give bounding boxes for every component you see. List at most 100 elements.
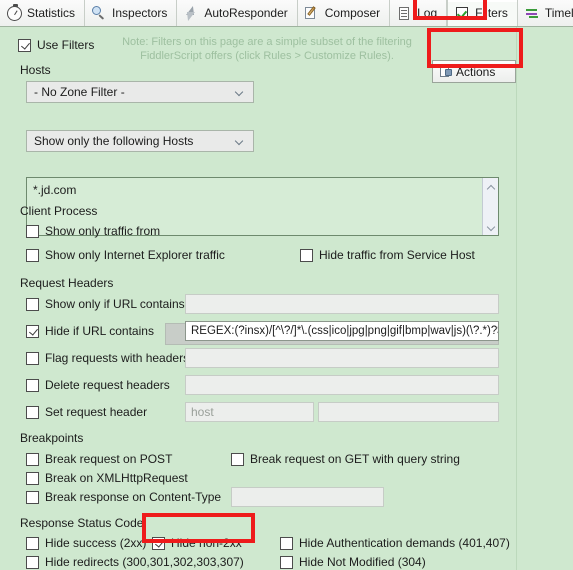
tab-filters[interactable]: Filters: [447, 0, 518, 26]
compose-icon: [304, 6, 320, 21]
chevron-down-icon: [236, 138, 245, 144]
delete-request-headers-row[interactable]: Delete request headers: [26, 378, 170, 392]
hide-if-url-contains-value: REGEX:(?insx)/[^\?/]*\.(css|ico|jpg|png|…: [191, 325, 499, 337]
tab-log[interactable]: Log: [390, 0, 448, 26]
hide-not-modified-row[interactable]: Hide Not Modified (304): [280, 555, 426, 569]
delete-request-headers-checkbox[interactable]: [26, 378, 39, 392]
show-only-if-url-contains-input[interactable]: [185, 294, 499, 314]
break-request-on-post-label: Break request on POST: [45, 452, 173, 466]
host-list-scrollbar[interactable]: [482, 178, 498, 235]
set-request-header-checkbox[interactable]: [26, 405, 39, 419]
break-response-content-type-input[interactable]: [231, 487, 384, 507]
show-only-traffic-from-row[interactable]: Show only traffic from: [26, 224, 160, 238]
break-response-on-content-type-label: Break response on Content-Type: [45, 490, 222, 504]
log-icon: [397, 6, 412, 21]
tab-statistics[interactable]: Statistics: [0, 0, 86, 26]
hide-if-url-contains-row[interactable]: Hide if URL contains: [26, 324, 154, 338]
break-on-xhr-label: Break on XMLHttpRequest: [45, 471, 188, 485]
flag-requests-with-headers-label: Flag requests with headers: [45, 351, 190, 365]
tab-label: Composer: [324, 6, 381, 20]
scroll-up-icon[interactable]: [487, 184, 494, 189]
break-response-on-content-type-row[interactable]: Break response on Content-Type: [26, 490, 221, 504]
hide-non-2xx-checkbox[interactable]: [152, 536, 165, 550]
break-request-on-get-checkbox[interactable]: [231, 452, 244, 466]
show-only-ie-traffic-row[interactable]: Show only Internet Explorer traffic: [26, 248, 225, 262]
set-request-header-value-input[interactable]: [318, 402, 499, 422]
break-request-on-get-label: Break request on GET with query string: [250, 452, 460, 466]
show-only-ie-traffic-label: Show only Internet Explorer traffic: [45, 248, 225, 262]
hide-service-host-label: Hide traffic from Service Host: [319, 248, 475, 262]
host-filter-value: Show only the following Hosts: [34, 134, 194, 148]
set-request-header-label: Set request header: [45, 405, 148, 419]
show-only-traffic-from-label: Show only traffic from: [45, 224, 161, 238]
set-request-header-name-input[interactable]: host: [185, 402, 314, 422]
hide-auth-demands-checkbox[interactable]: [280, 536, 293, 550]
flag-requests-with-headers-row[interactable]: Flag requests with headers: [26, 351, 189, 365]
filters-content: Use Filters Note: Filters on this page a…: [0, 27, 517, 570]
actions-button-label: Actions: [456, 64, 496, 79]
flag-requests-with-headers-checkbox[interactable]: [26, 351, 39, 365]
break-request-on-post-row[interactable]: Break request on POST: [26, 452, 172, 466]
tab-autoresponder[interactable]: AutoResponder: [177, 0, 298, 26]
hide-auth-demands-row[interactable]: Hide Authentication demands (401,407): [280, 536, 510, 550]
hide-success-row[interactable]: Hide success (2xx): [26, 536, 146, 550]
show-only-if-url-contains-checkbox[interactable]: [26, 297, 39, 311]
set-request-header-row[interactable]: Set request header: [26, 405, 147, 419]
lightning-icon: [184, 6, 199, 21]
host-filter-dropdown[interactable]: Show only the following Hosts: [26, 130, 254, 152]
hide-if-url-contains-label: Hide if URL contains: [45, 324, 154, 338]
filters-panel: Use Filters Note: Filters on this page a…: [0, 27, 573, 570]
hide-success-label: Hide success (2xx): [45, 536, 147, 550]
host-list-value: *.jd.com: [33, 183, 77, 197]
hide-not-modified-label: Hide Not Modified (304): [299, 555, 426, 569]
break-response-on-content-type-checkbox[interactable]: [26, 490, 39, 504]
tab-strip: Statistics Inspectors AutoResponder Comp…: [0, 0, 573, 27]
hide-service-host-row[interactable]: Hide traffic from Service Host: [300, 248, 475, 262]
hide-redirects-label: Hide redirects (300,301,302,303,307): [45, 555, 244, 569]
zone-filter-dropdown[interactable]: - No Zone Filter -: [26, 81, 254, 103]
chevron-down-icon: [236, 89, 245, 95]
break-request-on-post-checkbox[interactable]: [26, 452, 39, 466]
actions-button[interactable]: Actions: [432, 60, 516, 83]
break-on-xhr-row[interactable]: Break on XMLHttpRequest: [26, 471, 188, 485]
hide-service-host-checkbox[interactable]: [300, 248, 313, 262]
hide-if-url-contains-checkbox[interactable]: [26, 324, 39, 338]
use-filters-checkbox[interactable]: [18, 38, 31, 52]
tab-label: Timeline: [544, 6, 573, 20]
hide-redirects-row[interactable]: Hide redirects (300,301,302,303,307): [26, 555, 244, 569]
hide-not-modified-checkbox[interactable]: [280, 555, 293, 569]
show-only-ie-traffic-checkbox[interactable]: [26, 248, 39, 262]
tab-label: Log: [417, 6, 438, 20]
show-only-traffic-from-checkbox[interactable]: [26, 224, 39, 238]
tab-label: Statistics: [27, 6, 76, 20]
stopwatch-icon: [7, 4, 22, 21]
tab-inspectors[interactable]: Inspectors: [85, 0, 178, 26]
tab-composer[interactable]: Composer: [298, 0, 391, 26]
tab-label: Inspectors: [112, 6, 168, 20]
hide-redirects-checkbox[interactable]: [26, 555, 39, 569]
hide-auth-demands-label: Hide Authentication demands (401,407): [299, 536, 510, 550]
client-process-group-label: Client Process: [20, 204, 98, 218]
hosts-group-label: Hosts: [20, 63, 51, 77]
hide-if-url-contains-input[interactable]: REGEX:(?insx)/[^\?/]*\.(css|ico|jpg|png|…: [185, 321, 499, 341]
use-filters-row[interactable]: Use Filters: [18, 38, 94, 52]
flag-requests-with-headers-input[interactable]: [185, 348, 499, 368]
breakpoints-group-label: Breakpoints: [20, 431, 84, 445]
hide-non-2xx-row[interactable]: Hide non-2xx: [152, 536, 242, 550]
show-only-if-url-contains-row[interactable]: Show only if URL contains: [26, 297, 185, 311]
use-filters-label: Use Filters: [37, 38, 95, 52]
set-request-header-name-placeholder: host: [191, 405, 214, 419]
break-on-xhr-checkbox[interactable]: [26, 471, 39, 485]
timeline-icon: [525, 6, 540, 21]
filters-note: Note: Filters on this page are a simple …: [122, 36, 412, 62]
delete-request-headers-input[interactable]: [185, 375, 499, 395]
green-check-icon: [455, 6, 470, 21]
zone-filter-value: - No Zone Filter -: [34, 85, 125, 99]
hide-success-checkbox[interactable]: [26, 536, 39, 550]
request-headers-group-label: Request Headers: [20, 276, 114, 290]
delete-request-headers-label: Delete request headers: [45, 378, 170, 392]
scroll-down-icon[interactable]: [487, 224, 494, 229]
tab-timeline[interactable]: Timeline: [518, 0, 573, 26]
actions-icon: [440, 65, 453, 78]
break-request-on-get-row[interactable]: Break request on GET with query string: [231, 452, 460, 466]
